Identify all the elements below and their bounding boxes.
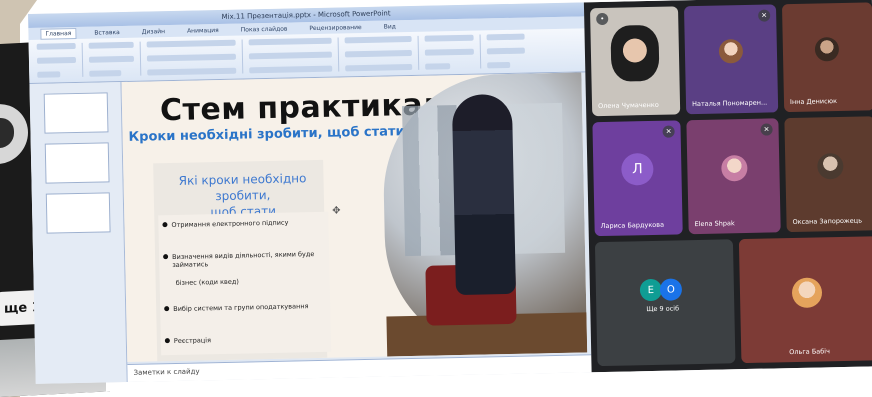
participant-name: Ольга Бабіч xyxy=(789,347,830,357)
participant-name: Лариса Бардукова xyxy=(600,220,665,231)
tab-slideshow[interactable]: Показ слайдов xyxy=(237,24,292,34)
slide-canvas[interactable]: Стем практика: Кроки необхідні зробити, … xyxy=(121,72,588,362)
participant-avatar xyxy=(0,102,28,165)
slide-thumbnail[interactable] xyxy=(43,92,109,134)
participant-avatar xyxy=(791,277,823,309)
tab-review[interactable]: Рецензирование xyxy=(305,22,365,32)
participant-name: Інна Денисюк xyxy=(789,97,838,107)
tab-view[interactable]: Вид xyxy=(380,22,400,31)
participant-tile[interactable]: Ольга Бабіч xyxy=(738,236,872,364)
tab-design[interactable]: Дизайн xyxy=(138,27,169,37)
slide-thumbnail[interactable] xyxy=(44,142,110,184)
ribbon-group-slides[interactable] xyxy=(88,41,142,77)
screen-capture: Міх.11 Презентація.pptx - Microsoft Powe… xyxy=(28,0,872,384)
participant-tile[interactable]: Інна Денисюк xyxy=(781,2,872,113)
list-item: Визначення видів діяльності, якими буде … xyxy=(163,250,329,269)
more-participants-tile[interactable]: Е О Ще 9 осіб xyxy=(594,239,736,367)
ribbon-group-styles[interactable] xyxy=(424,34,482,70)
steps-list: Отримання електронного підпису Визначенн… xyxy=(158,211,332,356)
list-item: Вибір системи та групи оподаткування xyxy=(164,302,309,313)
participant-name: Наталья Пономарен... xyxy=(691,98,768,109)
participant-initial: Е xyxy=(639,278,663,302)
ribbon-group-drawing[interactable] xyxy=(344,35,420,72)
ribbon-group-editing[interactable] xyxy=(486,33,532,69)
participant-grid: • Олена Чумаченко ✕ Наталья Пономарен...… xyxy=(583,0,872,373)
list-item: бізнес (коди квед) xyxy=(175,277,239,287)
participant-initial: О xyxy=(659,278,683,301)
mic-off-icon: ✕ xyxy=(662,125,675,138)
move-cursor-icon: ✥ xyxy=(332,205,341,217)
ribbon-group-paragraph[interactable] xyxy=(248,37,340,74)
businesswoman-illustration xyxy=(381,72,588,357)
list-item: Отримання електронного підпису xyxy=(162,219,288,230)
slide-title: Стем практика: xyxy=(159,87,436,129)
participant-name: Оксана Запорожець xyxy=(792,216,863,227)
tab-insert[interactable]: Вставка xyxy=(90,27,124,37)
participant-name: Elena Shpak xyxy=(694,219,735,229)
participant-avatar xyxy=(718,39,744,64)
participant-tile[interactable]: Оксана Запорожець xyxy=(784,116,872,233)
ribbon-group-font[interactable] xyxy=(146,39,244,76)
mic-off-icon: ✕ xyxy=(758,9,771,22)
slide-thumbnails xyxy=(29,82,128,384)
bullet-icon xyxy=(164,306,170,312)
ribbon-group-clipboard[interactable] xyxy=(36,42,84,78)
participant-tile[interactable]: ✕ Elena Shpak xyxy=(686,118,781,235)
list-item: Реєстрація xyxy=(164,336,211,345)
mic-off-icon: ✕ xyxy=(760,123,773,136)
participant-avatar xyxy=(721,154,748,182)
slide-thumbnail[interactable] xyxy=(45,192,111,234)
participant-avatar xyxy=(817,152,844,180)
participant-tile[interactable]: • Олена Чумаченко xyxy=(590,6,681,117)
more-participants-count: Ще 9 осіб xyxy=(646,304,680,314)
bullet-icon xyxy=(162,222,168,228)
bullet-icon xyxy=(163,254,169,260)
audio-indicator-icon: • xyxy=(596,12,609,26)
participant-video xyxy=(610,24,660,82)
participant-avatar xyxy=(814,37,840,62)
steps-panel: Які кроки необхідно зробити, щоб стати п… xyxy=(153,159,332,362)
participant-name: Олена Чумаченко xyxy=(597,100,659,111)
participant-tile[interactable]: ✕ Наталья Пономарен... xyxy=(683,4,779,115)
tab-home[interactable]: Главная xyxy=(40,27,77,40)
participant-initial: Л xyxy=(621,152,654,186)
tab-animation[interactable]: Анимация xyxy=(183,25,223,35)
powerpoint-window: Міх.11 Презентація.pptx - Microsoft Powe… xyxy=(28,2,592,384)
participant-tile[interactable]: Л ✕ Лариса Бардукова xyxy=(592,120,683,237)
bullet-icon xyxy=(164,338,170,344)
